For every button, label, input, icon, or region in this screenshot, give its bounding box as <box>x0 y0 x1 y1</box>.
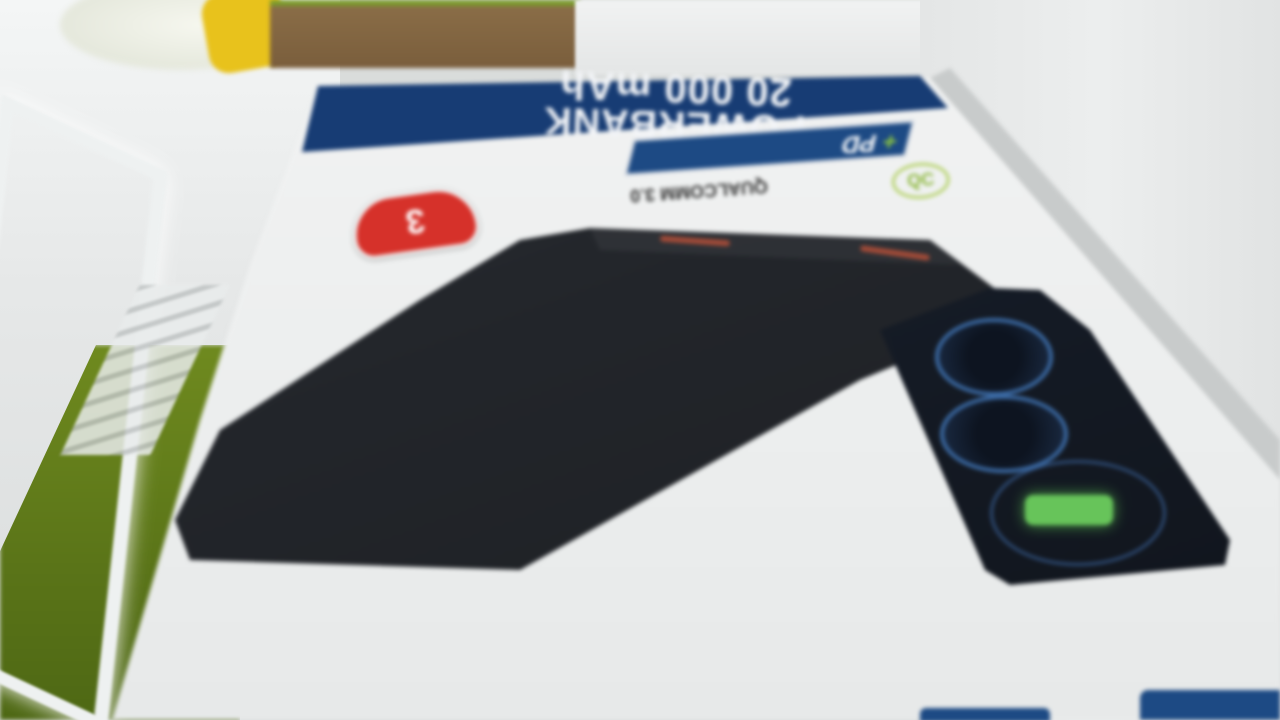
brand-logo-text: 3 <box>402 200 427 242</box>
powerbank-product-box: POWERBANK 20 000 mAh 3 + PD QUALCOMM 3.0… <box>0 0 1280 720</box>
box-blue-tab <box>920 708 1050 720</box>
photo-scene: POWERBANK 20 000 mAh 3 + PD QUALCOMM 3.0… <box>0 0 1280 720</box>
quick-charge-icon-text: QC <box>906 168 935 191</box>
plus-icon: + <box>879 127 901 156</box>
quick-charge-icon: QC <box>890 160 951 201</box>
camera-lens-icon <box>940 395 1068 473</box>
pd-badge-text: PD <box>838 128 880 158</box>
box-blue-corner <box>1140 690 1280 720</box>
camera-lens-icon <box>935 318 1053 396</box>
charging-indicator <box>1025 495 1113 525</box>
